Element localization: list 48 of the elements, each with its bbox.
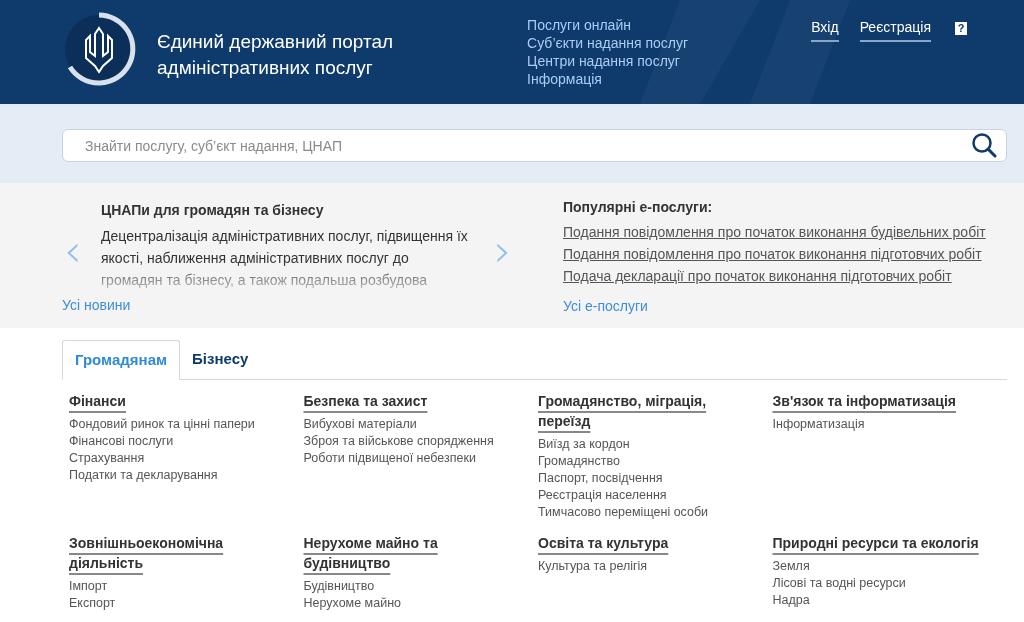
category-link[interactable]: Громадянство bbox=[538, 453, 620, 470]
e-service-link[interactable]: Подання повідомлення про початок виконання підготовчих робіт bbox=[563, 243, 986, 265]
register-link[interactable]: Реєстрація bbox=[859, 18, 931, 42]
category-heading[interactable]: Зв'язок та інформатизація bbox=[772, 391, 956, 411]
category-heading[interactable]: Освіта та культура bbox=[538, 533, 669, 553]
tab[interactable]: Бізнесу bbox=[180, 339, 261, 379]
popular-title: Популярні е-послуги: bbox=[563, 198, 714, 216]
category-link[interactable]: Паспорт, посвідчення bbox=[538, 470, 663, 487]
category-link[interactable]: Експорт bbox=[69, 595, 116, 612]
category-link[interactable]: Фінансові послуги bbox=[69, 433, 174, 450]
category-link[interactable]: Культура та релігія bbox=[538, 558, 648, 575]
nav-link[interactable]: Центри надання послуг bbox=[527, 52, 689, 70]
nav-link[interactable]: Інформація bbox=[527, 70, 689, 88]
search-field[interactable]: Знайти послугу, суб’єкт надання, ЦНАП bbox=[62, 129, 1007, 162]
category-link[interactable]: Тимчасово переміщені особи bbox=[538, 504, 709, 521]
category-heading[interactable]: Громадянство, міграція, переїзд bbox=[538, 391, 707, 431]
category-link[interactable]: Вибухові матеріали bbox=[303, 416, 417, 433]
tab[interactable]: Громадянам bbox=[62, 340, 181, 380]
category-heading[interactable]: Зовнішньоекономічна діяльність bbox=[69, 533, 224, 573]
login-link[interactable]: Вхід bbox=[811, 18, 839, 42]
portal-title: Єдиний державний портал адміністративних послуг bbox=[157, 30, 394, 80]
category-link[interactable]: Нерухоме майно bbox=[303, 595, 401, 612]
category-heading[interactable]: Безпека та захист bbox=[303, 391, 428, 411]
category-link[interactable]: Зброя та військове спорядження bbox=[303, 433, 494, 450]
news-text: Децентралізація адміністративних послуг, підвищення їх якості, наближення адміністративних послуг до громадян та бізнесу, а також подальша розбудова bbox=[101, 227, 469, 290]
category-link[interactable]: Будівництво bbox=[303, 578, 375, 595]
category-link[interactable]: Роботи підвищеної небезпеки bbox=[303, 450, 476, 467]
nav-link[interactable]: Послуги онлайн bbox=[527, 16, 689, 34]
logo-icon[interactable] bbox=[62, 12, 136, 86]
category-heading[interactable]: Нерухоме майно та будівництво bbox=[303, 533, 438, 573]
help-icon[interactable]: ? bbox=[955, 22, 967, 35]
category-link[interactable]: Лісові та водні ресурси bbox=[772, 575, 906, 592]
category-link[interactable]: Надра bbox=[772, 592, 810, 609]
e-service-link[interactable]: Подання повідомлення про початок виконання будівельних робіт bbox=[563, 221, 986, 243]
category-link[interactable]: Страхування bbox=[69, 450, 145, 467]
category-link[interactable]: Виїзд за кордон bbox=[538, 436, 630, 453]
category-link[interactable]: Податки та декларування bbox=[69, 467, 218, 484]
category-link[interactable]: Реєстрація населення bbox=[538, 487, 667, 504]
category-link[interactable]: Фондовий ринок та цінні папери bbox=[69, 416, 255, 433]
news-title: ЦНАПи для громадян та бізнесу bbox=[101, 201, 325, 219]
category-heading[interactable]: Фінанси bbox=[69, 391, 126, 411]
category-link[interactable]: Земля bbox=[772, 558, 810, 575]
category-link[interactable]: Інформатизація bbox=[772, 416, 865, 433]
nav-link[interactable]: Суб’єкти надання послуг bbox=[527, 34, 689, 52]
category-link[interactable]: Імпорт bbox=[69, 578, 108, 595]
category-heading[interactable]: Природні ресурси та екологія bbox=[772, 533, 979, 553]
e-service-link[interactable]: Подача декларації про початок виконання підготовчих робіт bbox=[563, 265, 986, 287]
search-icon[interactable] bbox=[971, 132, 997, 158]
